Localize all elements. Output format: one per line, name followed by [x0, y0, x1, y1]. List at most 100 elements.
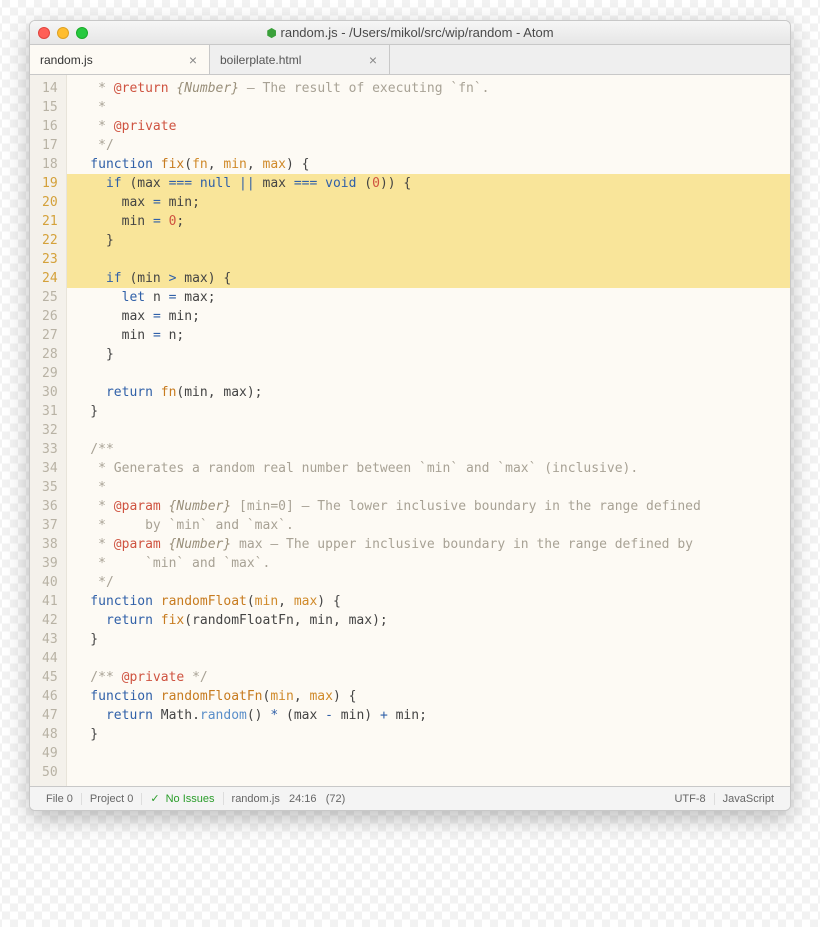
code-line[interactable]: function fix(fn, min, max) {	[67, 155, 790, 174]
code-line[interactable]: /** @private */	[67, 668, 790, 687]
code-line[interactable]: }	[67, 402, 790, 421]
line-number[interactable]: 45	[42, 668, 58, 687]
code-token: fn	[161, 385, 177, 400]
code-line[interactable]: max = min;	[67, 193, 790, 212]
tab-bar: random.js×boilerplate.html×	[30, 45, 790, 75]
status-issues[interactable]: ✓ No Issues	[142, 792, 223, 805]
line-number[interactable]: 14	[42, 79, 58, 98]
code-token: min	[75, 214, 153, 229]
line-number[interactable]: 42	[42, 611, 58, 630]
code-line[interactable]: max = min;	[67, 307, 790, 326]
code-line[interactable]: return fn(min, max);	[67, 383, 790, 402]
tab-boilerplate-html[interactable]: boilerplate.html×	[210, 45, 390, 74]
line-number[interactable]: 18	[42, 155, 58, 174]
line-number[interactable]: 26	[42, 307, 58, 326]
code-line[interactable]: min = n;	[67, 326, 790, 345]
line-number[interactable]: 25	[42, 288, 58, 307]
line-number[interactable]: 46	[42, 687, 58, 706]
code-line[interactable]: if (max === null || max === void (0)) {	[67, 174, 790, 193]
line-number[interactable]: 16	[42, 117, 58, 136]
code-line[interactable]: return fix(randomFloatFn, min, max);	[67, 611, 790, 630]
status-language[interactable]: JavaScript	[715, 793, 782, 805]
line-number[interactable]: 43	[42, 630, 58, 649]
line-number[interactable]: 49	[42, 744, 58, 763]
code-line[interactable]: * by `min` and `max`.	[67, 516, 790, 535]
line-number[interactable]: 29	[42, 364, 58, 383]
line-number[interactable]: 47	[42, 706, 58, 725]
code-line[interactable]: /**	[67, 440, 790, 459]
code-line[interactable]: */	[67, 136, 790, 155]
line-number[interactable]: 37	[42, 516, 58, 535]
code-line[interactable]	[67, 744, 790, 763]
code-line[interactable]: min = 0;	[67, 212, 790, 231]
code-line[interactable]: * @private	[67, 117, 790, 136]
code-line[interactable]: * @param {Number} [min=0] – The lower in…	[67, 497, 790, 516]
close-icon[interactable]	[38, 27, 50, 39]
code-line[interactable]: * `min` and `max`.	[67, 554, 790, 573]
code-line[interactable]: function randomFloatFn(min, max) {	[67, 687, 790, 706]
line-number[interactable]: 22	[42, 231, 58, 250]
code-line[interactable]	[67, 649, 790, 668]
code-line[interactable]: }	[67, 231, 790, 250]
code-area[interactable]: * @return {Number} – The result of execu…	[67, 75, 790, 786]
code-token: +	[380, 708, 388, 723]
close-icon[interactable]: ×	[187, 52, 199, 68]
line-number[interactable]: 17	[42, 136, 58, 155]
minimize-icon[interactable]	[57, 27, 69, 39]
line-number[interactable]: 48	[42, 725, 58, 744]
code-line[interactable]: *	[67, 98, 790, 117]
code-line[interactable]	[67, 364, 790, 383]
tab-random-js[interactable]: random.js×	[30, 45, 210, 74]
code-token: ===	[294, 176, 325, 191]
line-number[interactable]: 41	[42, 592, 58, 611]
code-line[interactable]: *	[67, 478, 790, 497]
close-icon[interactable]: ×	[367, 52, 379, 68]
line-number[interactable]: 27	[42, 326, 58, 345]
code-line[interactable]: function randomFloat(min, max) {	[67, 592, 790, 611]
line-number[interactable]: 44	[42, 649, 58, 668]
code-line[interactable]	[67, 421, 790, 440]
code-line[interactable]: */	[67, 573, 790, 592]
line-number[interactable]: 20	[42, 193, 58, 212]
code-line[interactable]: return Math.random() * (max - min) + min…	[67, 706, 790, 725]
line-number[interactable]: 24	[42, 269, 58, 288]
status-file[interactable]: File 0	[38, 793, 82, 805]
line-number[interactable]: 32	[42, 421, 58, 440]
line-number[interactable]: 34	[42, 459, 58, 478]
status-cursor[interactable]: random.js 24:16 (72)	[224, 793, 354, 805]
line-number[interactable]: 50	[42, 763, 58, 782]
line-number[interactable]: 15	[42, 98, 58, 117]
code-line[interactable]: * Generates a random real number between…	[67, 459, 790, 478]
code-line[interactable]: * @param {Number} max – The upper inclus…	[67, 535, 790, 554]
code-line[interactable]: * @return {Number} – The result of execu…	[67, 79, 790, 98]
code-line[interactable]	[67, 763, 790, 782]
line-number[interactable]: 38	[42, 535, 58, 554]
line-number[interactable]: 39	[42, 554, 58, 573]
code-line[interactable]: }	[67, 630, 790, 649]
line-number[interactable]: 30	[42, 383, 58, 402]
line-number[interactable]: 40	[42, 573, 58, 592]
status-project[interactable]: Project 0	[82, 793, 142, 805]
code-line[interactable]: }	[67, 345, 790, 364]
titlebar[interactable]: ⬢ random.js - /Users/mikol/src/wip/rando…	[30, 21, 790, 45]
maximize-icon[interactable]	[76, 27, 88, 39]
line-number[interactable]: 36	[42, 497, 58, 516]
line-number[interactable]: 35	[42, 478, 58, 497]
line-number[interactable]: 31	[42, 402, 58, 421]
code-token: n;	[161, 328, 184, 343]
line-number[interactable]: 21	[42, 212, 58, 231]
status-encoding[interactable]: UTF-8	[666, 793, 714, 805]
code-line[interactable]	[67, 250, 790, 269]
code-line[interactable]: if (min > max) {	[67, 269, 790, 288]
code-token: fix	[161, 157, 184, 172]
line-gutter[interactable]: 1415161718192021222324252627282930313233…	[30, 75, 67, 786]
line-number[interactable]: 19	[42, 174, 58, 193]
code-token	[231, 176, 239, 191]
code-line[interactable]: }	[67, 725, 790, 744]
code-token: *	[75, 480, 106, 495]
line-number[interactable]: 23	[42, 250, 58, 269]
code-token: */	[75, 575, 114, 590]
line-number[interactable]: 33	[42, 440, 58, 459]
code-line[interactable]: let n = max;	[67, 288, 790, 307]
line-number[interactable]: 28	[42, 345, 58, 364]
